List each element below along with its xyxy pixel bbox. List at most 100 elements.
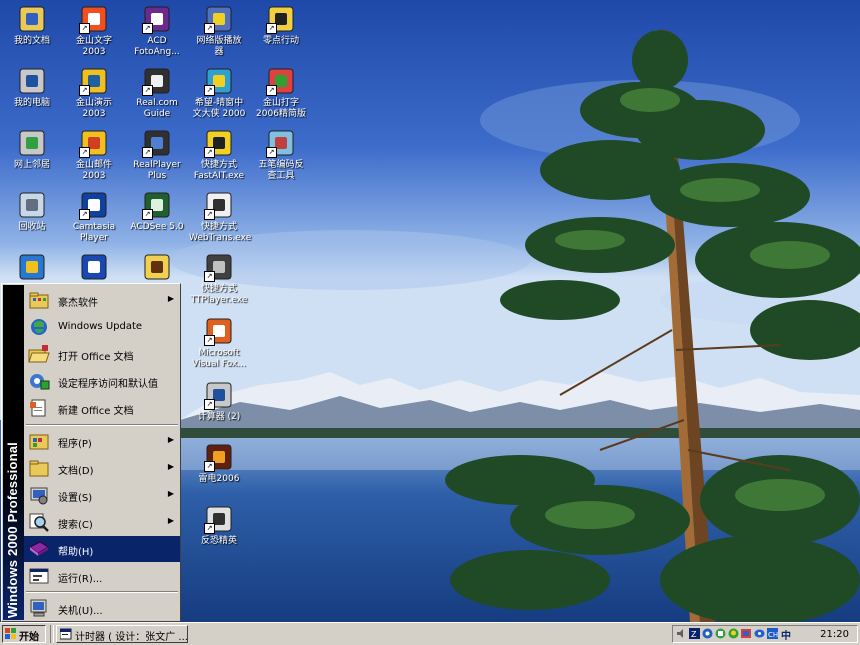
webtrans-icon: ↗	[204, 190, 234, 220]
desktop-icon-zero-action[interactable]: ↗ 零点行动	[251, 4, 311, 47]
menu-separator	[26, 424, 178, 426]
desktop-icon-label: 金山邮件 2003	[75, 160, 112, 181]
run-icon	[28, 566, 50, 586]
documents-folder-icon	[28, 458, 50, 478]
mail-icon: ↗	[79, 128, 109, 158]
menu-item-label: 新建 Office 文档	[58, 406, 134, 417]
desktop-icon-label: 快捷方式 FastAIT.exe	[193, 160, 245, 181]
start-menu-item-help[interactable]: 帮助(H)	[24, 536, 180, 562]
submenu-arrow-icon: ▶	[167, 435, 174, 444]
desktop-icon-label: 我的电脑	[13, 98, 50, 108]
submenu-arrow-icon: ▶	[167, 489, 174, 498]
speaker-icon[interactable]	[676, 628, 687, 639]
desktop-icon-visual-foxpro[interactable]: ↗ Microsoft Visual Fox...	[189, 316, 249, 370]
desktop-icon-label: 希望-晴窗中 文大侠 2000	[192, 98, 246, 119]
chat-tray-icon[interactable]	[754, 628, 765, 639]
desktop-icon-my-documents[interactable]: 我的文档	[2, 4, 62, 47]
open-office-folder-icon	[28, 344, 50, 364]
language-indicator-icon[interactable]: 中	[781, 627, 793, 642]
start-menu-item-haojie[interactable]: 豪杰软件 ▶	[24, 287, 180, 313]
desktop-icon-wps-2003[interactable]: ↗ 金山文字 2003	[64, 4, 124, 58]
blue-circle-app-icon	[79, 252, 109, 282]
start-menu-item-programs[interactable]: 程序(P) ▶	[24, 428, 180, 454]
desktop-icon-wubi-tool[interactable]: ↗ 五笔编码反 查工具	[251, 128, 311, 182]
media-player-icon: ↗	[204, 4, 234, 34]
desktop-icon-wps-presentation[interactable]: ↗ 金山演示 2003	[64, 66, 124, 120]
start-menu-item-run[interactable]: 运行(R)...	[24, 563, 180, 589]
realplayer-icon: ↗	[142, 128, 172, 158]
antivirus-icon[interactable]	[715, 628, 726, 639]
windows-update-icon	[28, 317, 50, 337]
desktop-icon-label: 快捷方式 WebTrans.exe	[189, 222, 252, 243]
menu-item-label: 程序(P)	[58, 439, 92, 450]
desktop-icon-label: 五笔编码反 查工具	[258, 160, 304, 181]
system-tray: Z CH 中 21:20	[672, 625, 858, 643]
desktop-icon-label: 金山打字 2006精简版	[256, 98, 306, 119]
start-menu-item-open-office[interactable]: 打开 Office 文档	[24, 341, 180, 367]
desktop-icon-net-tv-player[interactable]: ↗ 网络版播放 器	[189, 4, 249, 58]
keyboard-tray-icon[interactable]: CH	[767, 628, 778, 639]
start-menu-banner-text: Windows 2000 Professional	[5, 441, 20, 618]
counter-strike-icon: ↗	[204, 504, 234, 534]
qq-icon[interactable]	[728, 628, 739, 639]
taskbar-divider	[50, 625, 54, 643]
desktop-icon-counter-strike[interactable]: ↗ 反恐精英	[189, 504, 249, 547]
desktop-icon-recycle-bin[interactable]: 回收站	[2, 190, 62, 233]
programs-folder-icon	[28, 290, 50, 310]
desktop-icon-network-neighborhood[interactable]: 网上邻居	[2, 128, 62, 171]
desktop-icon-webtrans-shortcut[interactable]: ↗ 快捷方式 WebTrans.exe	[189, 190, 252, 244]
desktop-icon-fastait-shortcut[interactable]: ↗ 快捷方式 FastAIT.exe	[189, 128, 249, 182]
desktop-icon-realcom-guide[interactable]: ↗ Real.com Guide	[127, 66, 187, 120]
desktop-icon-blue-app[interactable]	[64, 252, 124, 284]
start-menu: Windows 2000 Professional 豪杰软件 ▶ Windows…	[1, 283, 181, 622]
start-menu-item-shutdown[interactable]: 关机(U)...	[24, 595, 180, 621]
menu-item-label: 文档(D)	[58, 466, 94, 477]
input-method-icon[interactable]: Z	[689, 628, 700, 639]
desktop-icon-ttplayer-shortcut[interactable]: ↗ 快捷方式 TTPlayer.exe	[189, 252, 249, 306]
desktop-icon-smiley-app[interactable]	[127, 252, 187, 284]
thunder-game-icon: ↗	[204, 442, 234, 472]
wps-presentation-icon: ↗	[79, 66, 109, 96]
menu-item-label: 设置(S)	[58, 493, 93, 504]
desktop-icon-label: 我的文档	[13, 36, 50, 46]
submenu-arrow-icon: ▶	[167, 294, 174, 303]
desktop-icon-label: RealPlayer Plus	[133, 160, 181, 181]
desktop-icon-realplayer-plus[interactable]: ↗ RealPlayer Plus	[127, 128, 187, 182]
desktop-icon-acdsee-5[interactable]: ↗ ACDSee 5.0	[127, 190, 187, 233]
fox-icon: ↗	[204, 316, 234, 346]
windows-logo-icon	[5, 628, 16, 639]
network-tray-icon[interactable]	[702, 628, 713, 639]
desktop-icon-hope-chinese[interactable]: ↗ 希望-晴窗中 文大侠 2000	[189, 66, 249, 120]
start-button[interactable]: 开始	[2, 625, 46, 643]
folder-documents-icon	[17, 4, 47, 34]
menu-item-label: 豪杰软件	[58, 298, 98, 309]
desktop-icon-acd-fotoangelo[interactable]: ↗ ACD FotoAng...	[127, 4, 187, 58]
desktop-icon-calculator-2[interactable]: ↗ 计算器 (2)	[189, 380, 249, 423]
desktop-icon-internet-explorer[interactable]	[2, 252, 62, 284]
desktop-icon-camtasia-player[interactable]: ↗ Camtasia Player	[64, 190, 124, 244]
start-menu-item-documents[interactable]: 文档(D) ▶	[24, 455, 180, 481]
desktop-icon-wps-mail[interactable]: ↗ 金山邮件 2003	[64, 128, 124, 182]
desktop-icon-kingsoft-typing[interactable]: ↗ 金山打字 2006精简版	[251, 66, 311, 120]
desktop-icon-label: 回收站	[18, 222, 46, 232]
fastait-icon: ↗	[204, 128, 234, 158]
menu-item-label: 搜索(C)	[58, 520, 93, 531]
timer-app-icon	[60, 628, 72, 640]
desktop-icon-label: 反恐精英	[200, 536, 237, 546]
desktop-icon-label: 计算器 (2)	[197, 412, 241, 422]
start-menu-item-program-defaults[interactable]: 设定程序访问和默认值	[24, 368, 180, 394]
clock[interactable]: 21:20	[820, 629, 849, 640]
wubi-tool-icon: ↗	[266, 128, 296, 158]
start-menu-item-new-office[interactable]: 新建 Office 文档	[24, 395, 180, 421]
taskbar-button-timer[interactable]: 计时器 ( 设计：张文广 ...	[56, 625, 188, 643]
shield-tray-icon[interactable]	[741, 628, 752, 639]
desktop-icon-my-computer[interactable]: 我的电脑	[2, 66, 62, 109]
start-menu-item-settings[interactable]: 设置(S) ▶	[24, 482, 180, 508]
start-menu-item-windows-update[interactable]: Windows Update	[24, 314, 180, 340]
calculator-icon: ↗	[204, 380, 234, 410]
desktop-icon-thunder-2006[interactable]: ↗ 雷电2006	[189, 442, 249, 485]
ie-icon	[17, 252, 47, 282]
start-menu-item-search[interactable]: 搜索(C) ▶	[24, 509, 180, 535]
real-guide-icon: ↗	[142, 66, 172, 96]
desktop-icon-label: Camtasia Player	[72, 222, 116, 243]
